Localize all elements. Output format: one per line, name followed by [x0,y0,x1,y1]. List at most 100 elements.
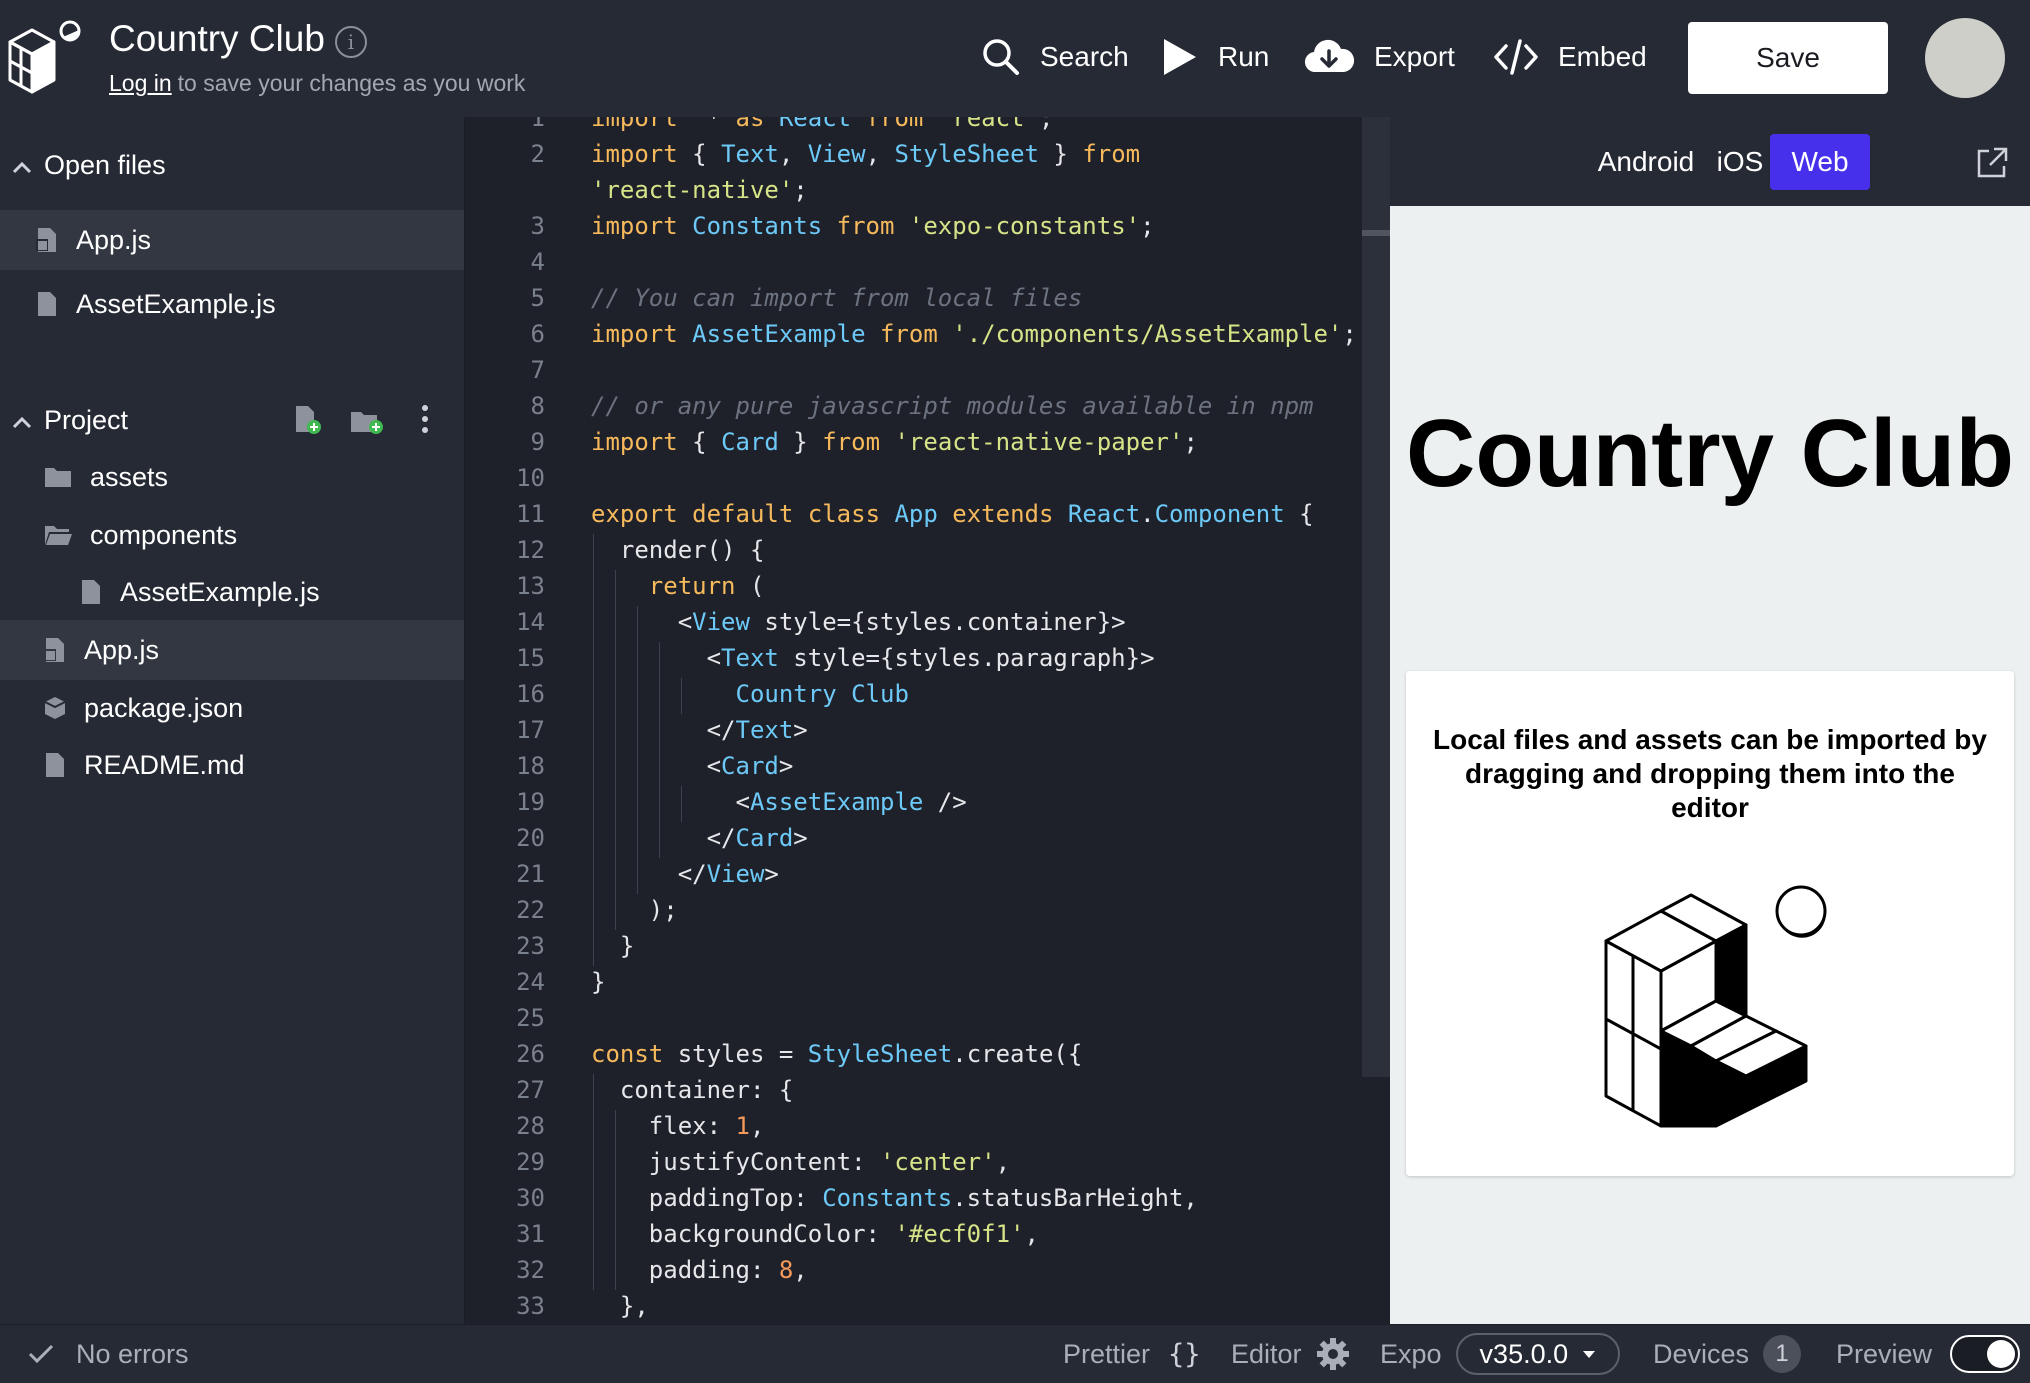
code-line[interactable]: </View> [591,860,779,888]
code-token: , [1024,1220,1039,1248]
file-icon [38,292,56,316]
embed-button[interactable]: Embed [1494,30,1647,84]
project-header[interactable]: Project [0,395,464,445]
code-line[interactable]: 'react-native'; [591,176,808,204]
preview-toggle-control[interactable]: Preview [1836,1325,2021,1383]
project-item-app-js[interactable]: App.js [0,620,464,680]
check-icon [28,1344,54,1364]
project-item-readme[interactable]: README.md [0,735,464,795]
indent-guide [593,534,594,966]
open-external-icon[interactable] [1975,146,2009,180]
code-token: , [778,140,808,168]
status-text: No errors [76,1338,189,1369]
code-token: { [677,140,722,168]
code-token: 'expo-constants' [908,212,1141,240]
code-token: Component [1154,500,1285,528]
code-line[interactable]: }, [591,1292,649,1320]
run-button[interactable]: Run [1162,30,1269,84]
avatar[interactable] [1925,18,2005,98]
search-button[interactable]: Search [982,30,1129,84]
project-label: Project [44,404,129,435]
new-folder-icon[interactable] [350,407,384,435]
error-status[interactable]: No errors [28,1325,189,1383]
preview-pane[interactable]: Country Club Local files and assets can … [1390,206,2030,1324]
login-hint: Log in to save your changes as you work [109,70,525,97]
code-line[interactable]: <AssetExample /> [591,788,966,816]
code-line[interactable]: export default class App extends React.C… [591,500,1314,528]
open-file-asset-example[interactable]: AssetExample.js [0,274,464,334]
run-label: Run [1218,41,1270,72]
devices-button[interactable]: Devices 1 [1653,1325,1802,1383]
code-line[interactable]: import Constants from 'expo-constants'; [591,212,1155,240]
open-file-app-js[interactable]: App.js [0,210,464,270]
chevron-up-icon [0,405,44,436]
project-item-components[interactable]: components [0,505,464,565]
app-title[interactable]: Country Club [109,18,325,60]
code-line[interactable]: justifyContent: 'center', [591,1148,1010,1176]
code-line[interactable]: const styles = StyleSheet.create({ [591,1040,1082,1068]
code-editor[interactable]: 1 2 3 4 5 6 7 8 9 10 11 12 13 14 15 16 17 18 19 20 21 22 23 24 2… [465,117,1361,1324]
code-token: justifyContent: [591,1148,880,1176]
line-number: 32 [516,1256,545,1284]
tab-web[interactable]: Web [1770,134,1870,190]
code-line[interactable]: </Text> [591,716,808,744]
login-link[interactable]: Log in [109,70,172,96]
code-line[interactable]: import { Card } from 'react-native-paper… [591,428,1198,456]
code-line[interactable]: container: { [591,1076,793,1104]
editor-settings-button[interactable]: Editor [1231,1325,1350,1383]
code-token: . [1140,500,1155,528]
open-files-header[interactable]: Open files [0,140,464,190]
project-item-assets[interactable]: assets [0,447,464,507]
code-token: < [591,608,693,636]
code-line[interactable]: Country Club [591,680,909,708]
code-line[interactable]: <Card> [591,752,794,780]
tab-ios[interactable]: iOS [1710,134,1770,190]
code-line[interactable]: return ( [591,572,765,600]
save-button[interactable]: Save [1688,22,1888,94]
code-line[interactable]: flex: 1, [591,1112,765,1140]
snack-cube-illustration [1604,885,1827,1128]
line-number: 27 [516,1076,545,1104]
preview-toggle[interactable] [1950,1335,2021,1373]
expo-version[interactable]: Expo v35.0.0 [1380,1325,1621,1383]
project-item-asset-example[interactable]: AssetExample.js [0,562,464,622]
code-line[interactable]: padding: 8, [591,1256,808,1284]
code-line[interactable]: import AssetExample from './components/A… [591,320,1357,348]
tab-android[interactable]: Android [1582,134,1710,190]
code-line[interactable]: <View style={styles.container}> [591,608,1126,636]
file-icon [46,753,64,777]
prettier-button[interactable]: Prettier {} [1063,1325,1201,1383]
code-line[interactable]: paddingTop: Constants.statusBarHeight, [591,1184,1198,1212]
code-line[interactable]: render() { [591,536,765,564]
code-line[interactable]: } [591,932,634,960]
code-line[interactable]: backgroundColor: '#ecf0f1', [591,1220,1039,1248]
indent-guide [593,1074,594,1290]
code-line[interactable]: ); [591,896,678,924]
more-options-icon[interactable] [420,403,430,435]
sdk-version-select[interactable]: v35.0.0 [1455,1333,1621,1375]
code-token: View [807,140,866,168]
editor-scroll-thumb[interactable] [1362,230,1390,236]
editor-scrollbar[interactable] [1362,117,1390,1077]
indent-guide [659,642,660,858]
code-line[interactable]: import * as React from 'react'; [591,117,1053,132]
project-item-package-json[interactable]: package.json [0,678,464,738]
code-line[interactable]: // You can import from local files [591,284,1082,312]
code-token: }, [591,1292,649,1320]
code-line[interactable]: // or any pure javascript modules availa… [591,392,1313,420]
indent-guide [681,678,682,714]
code-line[interactable]: } [591,968,605,996]
code-area[interactable]: import * as React from 'react'; import { … [591,117,1361,1324]
snack-logo-icon[interactable] [6,18,82,96]
search-icon [983,39,1019,75]
new-file-icon[interactable] [294,405,322,435]
code-line[interactable]: <Text style={styles.paragraph}> [591,644,1155,672]
code-line[interactable]: </Card> [591,824,808,852]
code-token: flex: [591,1112,736,1140]
info-icon[interactable]: i [335,26,367,58]
code-line[interactable]: import { Text, View, StyleSheet } from [591,140,1140,168]
export-button[interactable]: Export [1304,30,1455,84]
code-token: AssetExample [692,320,866,348]
